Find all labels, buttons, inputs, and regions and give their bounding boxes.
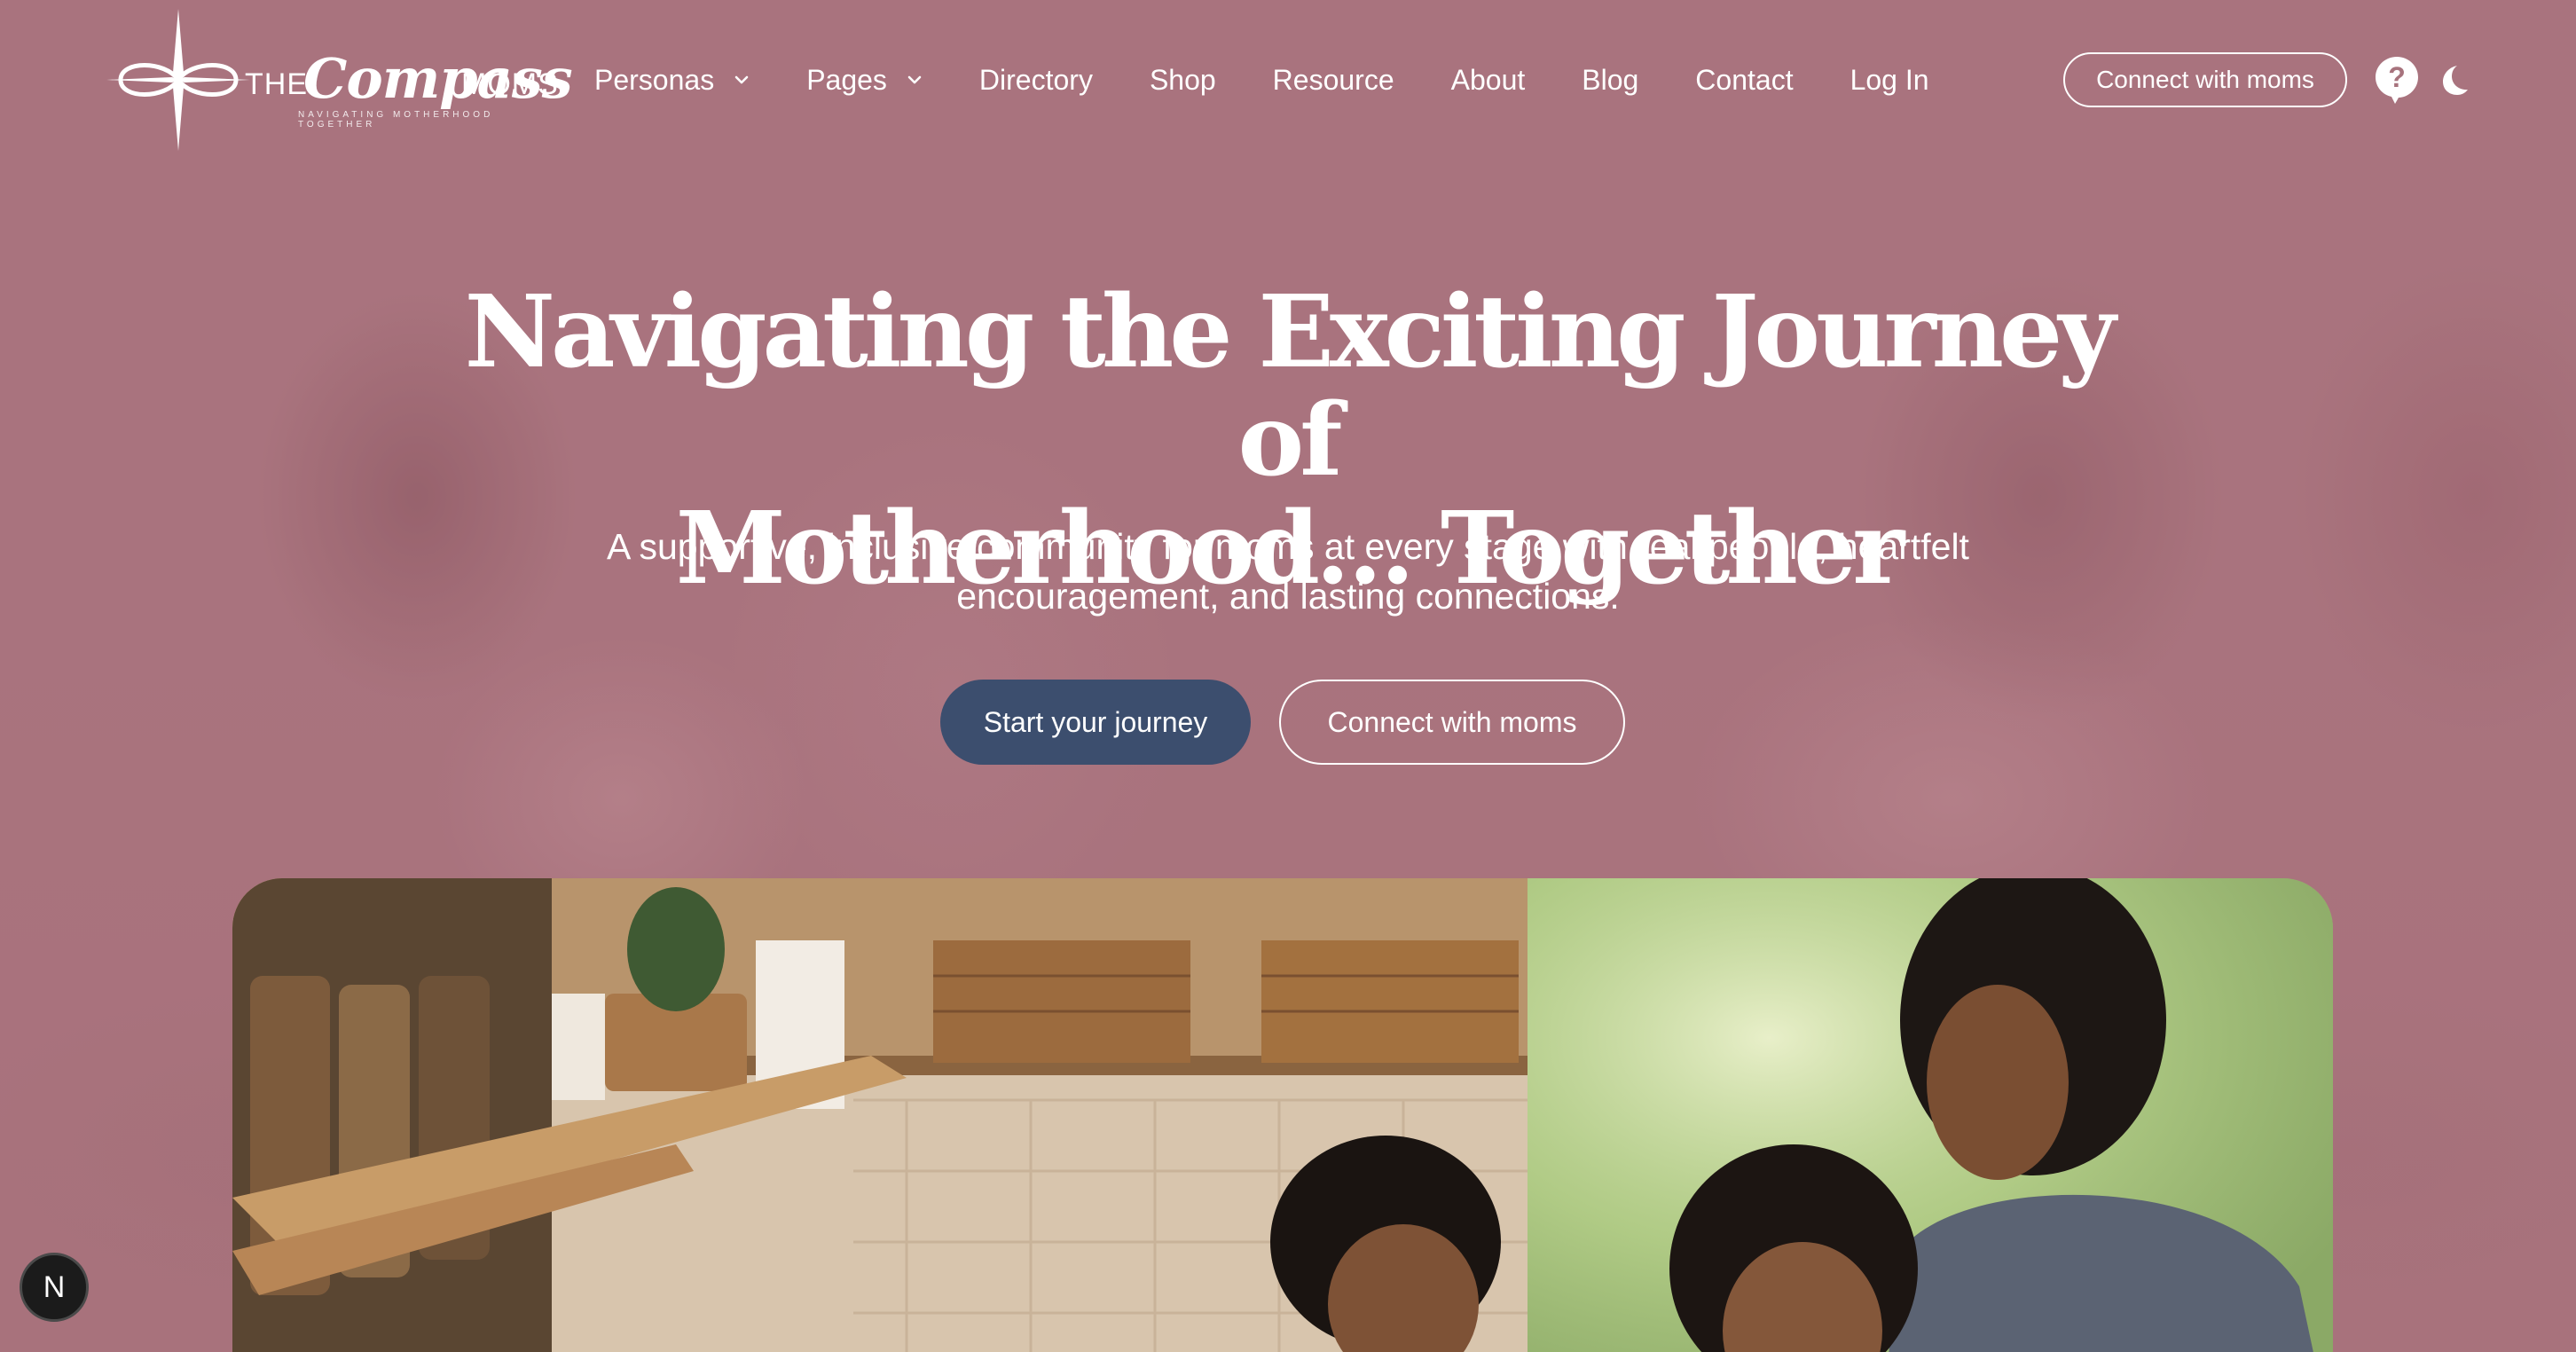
compass-logo-icon [106,9,250,151]
nav-item-label: Contact [1695,63,1794,96]
nav-item-directory[interactable]: Directory [979,64,1093,97]
chevron-down-icon [907,75,922,84]
hero-kitchen-photo [232,878,2333,1352]
dev-tools-badge[interactable]: N [20,1253,89,1322]
nav-item-blog[interactable]: Blog [1582,64,1638,97]
nav-item-label: Personas [594,63,715,96]
hero-subtitle: A supportive, inclusive community for mo… [490,522,2086,621]
hero-subtitle-line1: A supportive, inclusive community for mo… [607,526,1969,567]
main-nav: Personas Pages Directory Shop Resource A… [594,55,1986,105]
nav-item-login[interactable]: Log In [1850,64,1929,97]
connect-with-moms-button[interactable]: Connect with moms [1279,680,1625,765]
hero-subtitle-line2: encouragement, and lasting connections. [956,576,1620,617]
nav-item-label: Blog [1582,63,1639,96]
nav-item-label: Pages [806,63,887,96]
nav-item-label: Resource [1272,63,1394,96]
nav-item-resource[interactable]: Resource [1273,64,1394,97]
nav-item-label: About [1450,63,1526,96]
brand-tagline: NAVIGATING MOTHERHOOD TOGETHER [298,110,494,130]
nav-item-label: Log In [1850,63,1929,96]
svg-text:?: ? [2388,61,2406,93]
nav-item-pages[interactable]: Pages [806,64,923,97]
nav-item-shop[interactable]: Shop [1150,64,1216,97]
nav-item-label: Directory [978,63,1093,96]
moon-icon[interactable] [2436,62,2471,98]
hero-title-line1: Navigating the Exciting Journey of [464,274,2117,499]
nav-item-about[interactable]: About [1451,64,1526,97]
site-header: THE Compass MOMS NAVIGATING MOTHERHOOD T… [0,0,2576,160]
help-icon[interactable]: ? [2374,55,2420,105]
nav-item-contact[interactable]: Contact [1695,64,1793,97]
nav-item-personas[interactable]: Personas [594,64,750,97]
header-connect-button[interactable]: Connect with moms [2063,52,2347,107]
start-journey-button[interactable]: Start your journey [940,680,1251,765]
brand-moms: MOMS [461,67,559,101]
chevron-down-icon [734,75,749,84]
nav-item-label: Shop [1149,63,1216,96]
brand-the: THE [245,67,308,101]
brand-logo[interactable]: THE Compass MOMS NAVIGATING MOTHERHOOD T… [103,7,573,153]
